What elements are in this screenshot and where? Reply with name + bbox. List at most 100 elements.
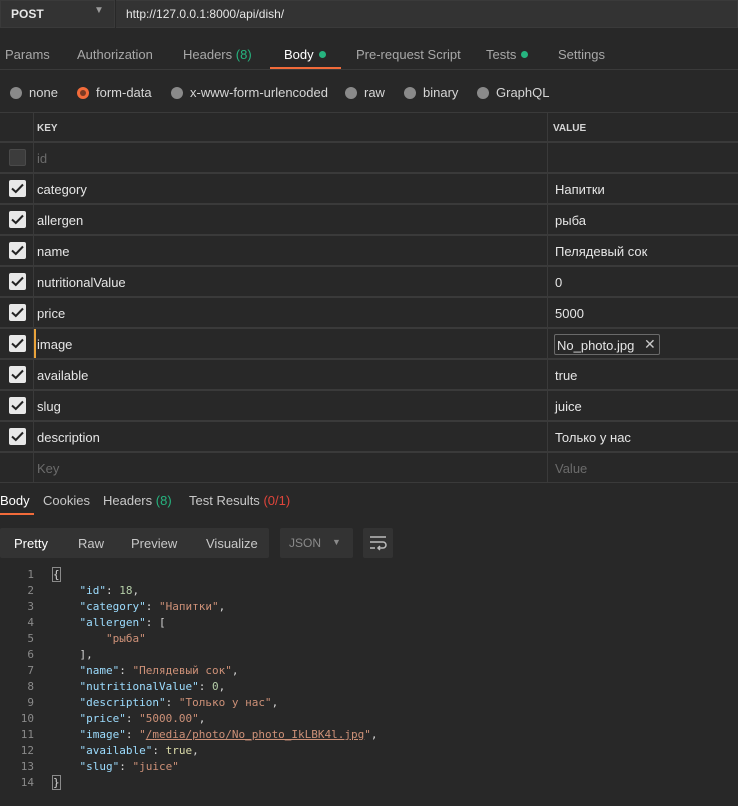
chevron-down-icon: ▼ xyxy=(94,5,104,16)
table-header: KEY VALUE xyxy=(0,112,738,142)
table-row: description Только у нас xyxy=(0,421,738,452)
format-select[interactable]: JSON ▼ xyxy=(280,528,353,558)
line-number: 5 xyxy=(27,632,34,645)
param-key: price xyxy=(37,306,66,321)
radio-x-www-form-urlencoded[interactable]: x-www-form-urlencoded xyxy=(171,85,328,100)
radio-raw[interactable]: raw xyxy=(345,85,385,100)
tab-test-results[interactable]: Test Results (0/1) xyxy=(189,493,290,508)
line-number: 14 xyxy=(20,776,34,789)
tab-response-headers[interactable]: Headers (8) xyxy=(103,493,172,508)
checkbox-checked[interactable] xyxy=(9,180,26,197)
table-row: available true xyxy=(0,359,738,390)
radio-binary[interactable]: binary xyxy=(404,85,458,100)
json-id: 18 xyxy=(119,584,133,597)
param-key: image xyxy=(37,337,73,352)
param-key: slug xyxy=(37,399,61,414)
tab-authorization[interactable]: Authorization xyxy=(77,47,153,62)
checkbox-checked[interactable] xyxy=(9,304,26,321)
url-text: http://127.0.0.1:8000/api/dish/ xyxy=(126,7,285,21)
tab-body[interactable]: Body xyxy=(284,47,326,62)
json-allergen-item: "рыба" xyxy=(105,632,146,645)
tab-headers[interactable]: Headers (8) xyxy=(183,47,252,62)
check-icon xyxy=(11,214,24,225)
radio-graphql[interactable]: GraphQL xyxy=(477,85,549,100)
check-icon xyxy=(11,276,24,287)
value-placeholder: Value xyxy=(555,461,588,476)
table-row: image No_photo.jpg ✕ xyxy=(0,328,738,359)
line-number: 1 xyxy=(27,568,34,581)
param-value: true xyxy=(555,368,578,383)
check-icon xyxy=(11,400,24,411)
row-focus-indicator xyxy=(34,329,36,358)
chevron-down-icon: ▼ xyxy=(332,537,341,547)
wrap-lines-button[interactable] xyxy=(363,528,393,558)
json-description: "Только у нас" xyxy=(178,696,272,709)
checkbox-checked[interactable] xyxy=(9,335,26,352)
check-icon xyxy=(11,431,24,442)
check-icon xyxy=(11,369,24,380)
checkbox-checked[interactable] xyxy=(9,366,26,383)
line-number: 12 xyxy=(20,744,34,757)
line-number: 7 xyxy=(27,664,34,677)
line-number: 9 xyxy=(27,696,34,709)
radio-icon xyxy=(10,86,22,99)
response-tabs: Body Cookies Headers (8) Test Results (0… xyxy=(0,485,738,515)
line-number: 6 xyxy=(27,648,34,661)
json-price: "5000.00" xyxy=(139,712,199,725)
json-slug: "juice" xyxy=(132,760,179,773)
tab-cookies[interactable]: Cookies xyxy=(43,493,90,508)
line-number: 10 xyxy=(20,712,34,725)
json-image-link[interactable]: /media/photo/No_photo_IkLBK4l.jpg xyxy=(146,728,365,741)
raw-button[interactable]: Raw xyxy=(78,536,104,551)
visualize-button[interactable]: Visualize xyxy=(206,536,258,551)
preview-button[interactable]: Preview xyxy=(131,536,177,551)
json-nutritional-value: 0 xyxy=(211,680,219,693)
line-number: 4 xyxy=(27,616,34,629)
table-row: id xyxy=(0,142,738,173)
json-available: true xyxy=(165,744,193,757)
table-row: name Пелядевый сок xyxy=(0,235,738,266)
checkbox-unchecked[interactable] xyxy=(9,149,26,166)
radio-icon xyxy=(171,86,183,99)
param-key: allergen xyxy=(37,213,84,228)
tab-settings[interactable]: Settings xyxy=(558,47,605,62)
checkbox-checked[interactable] xyxy=(9,211,26,228)
radio-none[interactable]: none xyxy=(10,85,58,100)
checkbox-checked[interactable] xyxy=(9,397,26,414)
active-tab-indicator xyxy=(270,67,341,69)
url-input[interactable]: http://127.0.0.1:8000/api/dish/ xyxy=(116,0,738,28)
file-chip[interactable]: No_photo.jpg ✕ xyxy=(554,334,660,355)
tab-tests[interactable]: Tests xyxy=(486,47,529,62)
new-key-input[interactable]: Key xyxy=(34,453,548,482)
line-number: 13 xyxy=(20,760,34,773)
file-name: No_photo.jpg xyxy=(557,338,635,353)
method-select[interactable]: POST ▼ xyxy=(0,0,115,28)
param-value: Пелядевый сок xyxy=(555,244,648,259)
response-toolbar: Pretty Raw Preview Visualize JSON ▼ xyxy=(0,528,738,558)
body-type-selector: none form-data x-www-form-urlencoded raw… xyxy=(0,72,738,112)
check-icon xyxy=(11,245,24,256)
checkbox-checked[interactable] xyxy=(9,242,26,259)
view-mode-group: Pretty Raw Preview Visualize xyxy=(0,528,269,558)
param-value: рыба xyxy=(555,213,586,228)
param-key: name xyxy=(37,244,70,259)
param-value: 5000 xyxy=(555,306,584,321)
json-category: "Напитки" xyxy=(158,600,219,613)
headers-count: (8) xyxy=(235,47,252,62)
radio-form-data[interactable]: form-data xyxy=(77,85,152,100)
radio-selected-icon xyxy=(77,86,89,99)
tab-response-body[interactable]: Body xyxy=(0,493,30,508)
param-key: description xyxy=(37,430,100,445)
pretty-button[interactable]: Pretty xyxy=(14,536,48,551)
status-dot-icon xyxy=(521,51,529,58)
close-icon[interactable]: ✕ xyxy=(644,336,656,353)
tab-pre-request-script[interactable]: Pre-request Script xyxy=(356,47,461,62)
line-number: 11 xyxy=(20,728,34,741)
headers-count: (8) xyxy=(155,493,172,508)
table-row: category Напитки xyxy=(0,173,738,204)
radio-icon xyxy=(404,86,416,99)
tab-params[interactable]: Params xyxy=(5,47,50,62)
checkbox-checked[interactable] xyxy=(9,273,26,290)
new-value-input[interactable]: Value xyxy=(548,453,738,482)
checkbox-checked[interactable] xyxy=(9,428,26,445)
